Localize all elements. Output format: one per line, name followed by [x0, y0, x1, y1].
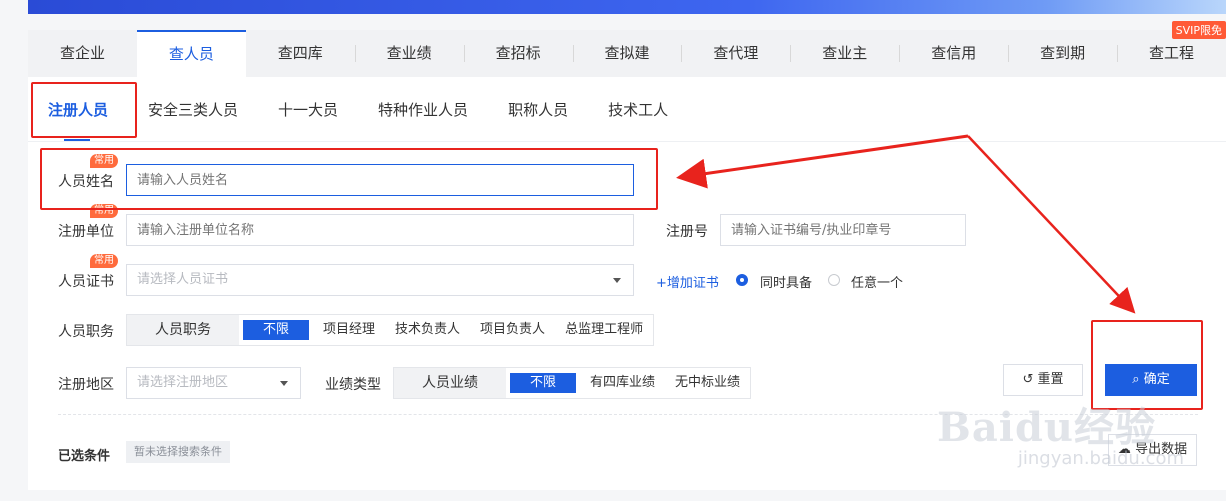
top-banner: [28, 0, 1226, 14]
tab-owner[interactable]: 查业主: [790, 30, 899, 77]
unit-input[interactable]: [126, 214, 634, 246]
duty-label: 人员职务: [58, 324, 114, 340]
divider: [28, 141, 1226, 142]
regno-input[interactable]: [720, 214, 966, 246]
watermark-logo: Baidu经验: [937, 404, 1156, 451]
tab-four-libraries[interactable]: 查四库: [246, 30, 355, 77]
cert-label: 人员证书: [58, 274, 114, 290]
perf-option-no-bid[interactable]: 无中标业绩: [665, 368, 750, 398]
common-badge: 常用: [90, 254, 118, 268]
annotation-box-name: [40, 148, 658, 210]
unit-label: 注册单位: [58, 224, 114, 240]
chevron-down-icon: [613, 278, 621, 283]
cert-select[interactable]: 请选择人员证书: [126, 264, 634, 296]
perf-head: 人员业绩: [394, 368, 506, 398]
perf-segment: 人员业绩 不限 有四库业绩 无中标业绩: [393, 367, 752, 399]
subtab-title[interactable]: 职称人员: [488, 90, 588, 140]
duty-option-any[interactable]: 不限: [243, 320, 310, 340]
radio-any[interactable]: [828, 274, 840, 286]
subtab-workers[interactable]: 技术工人: [588, 90, 688, 140]
annotation-box-subtab: [31, 82, 137, 138]
reset-button[interactable]: ↺ 重置: [1003, 364, 1083, 396]
radio-both[interactable]: [736, 274, 748, 286]
radio-any-label: 任意一个: [851, 276, 904, 291]
subtab-special-ops[interactable]: 特种作业人员: [358, 90, 488, 140]
tab-expiry[interactable]: 查到期: [1008, 30, 1117, 77]
reset-label: 重置: [1037, 372, 1064, 387]
perf-option-four-lib[interactable]: 有四库业绩: [580, 368, 665, 398]
duty-option-pm[interactable]: 项目经理: [313, 315, 385, 345]
add-cert-link[interactable]: +增加证书: [656, 272, 719, 291]
main-tabs: 查企业 查人员 查四库 查业绩 查招标 查拟建 查代理 查业主 查信用 查到期 …: [28, 30, 1226, 77]
duty-segment: 人员职务 不限 项目经理 技术负责人 项目负责人 总监理工程师: [126, 314, 655, 346]
region-label: 注册地区: [58, 377, 114, 393]
chevron-down-icon: [280, 381, 288, 386]
subtab-eleven[interactable]: 十一大员: [258, 90, 358, 140]
watermark-url: jingyan.baidu.com: [1017, 448, 1184, 469]
reset-icon: ↺: [1022, 372, 1038, 387]
duty-option-tech-lead[interactable]: 技术负责人: [385, 315, 470, 345]
selected-chip: 暂未选择搜索条件: [126, 441, 230, 463]
regno-label: 注册号: [666, 224, 708, 240]
subtab-safety[interactable]: 安全三类人员: [128, 90, 258, 140]
perf-option-any[interactable]: 不限: [510, 373, 577, 393]
region-select-placeholder: 请选择注册地区: [137, 375, 229, 390]
selected-label: 已选条件: [58, 449, 111, 464]
tab-bidding[interactable]: 查招标: [463, 30, 573, 77]
duty-option-chief-supervisor[interactable]: 总监理工程师: [555, 315, 653, 345]
radio-both-label: 同时具备: [760, 276, 813, 291]
cert-select-placeholder: 请选择人员证书: [137, 272, 229, 287]
tab-performance[interactable]: 查业绩: [354, 30, 464, 77]
duty-option-project-lead[interactable]: 项目负责人: [470, 315, 555, 345]
tab-agency[interactable]: 查代理: [681, 30, 790, 77]
tab-proposed[interactable]: 查拟建: [572, 30, 682, 77]
tab-company[interactable]: 查企业: [28, 30, 137, 77]
duty-head: 人员职务: [127, 315, 239, 345]
region-select[interactable]: 请选择注册地区: [126, 367, 301, 399]
tab-credit[interactable]: 查信用: [899, 30, 1008, 77]
perf-label: 业绩类型: [325, 377, 381, 393]
tab-personnel[interactable]: 查人员: [136, 30, 246, 77]
svip-badge[interactable]: SVIP限免: [1171, 21, 1226, 39]
